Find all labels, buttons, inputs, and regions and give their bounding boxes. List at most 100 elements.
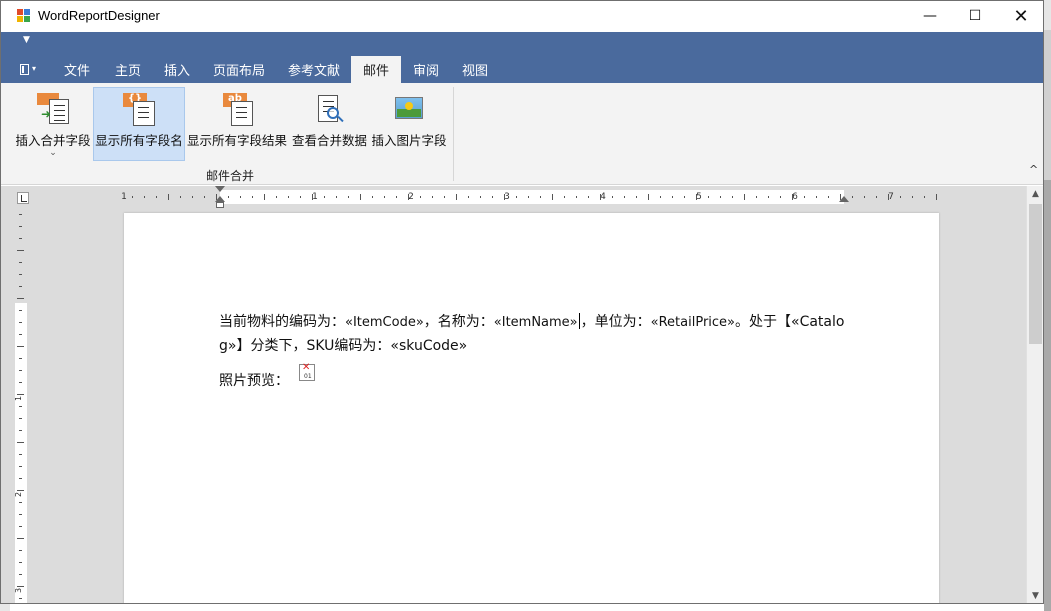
show-field-results-button[interactable]: ab 显示所有字段结果 bbox=[186, 87, 288, 161]
tab-page-layout[interactable]: 页面布局 bbox=[204, 56, 274, 83]
ruler-tick bbox=[19, 310, 22, 311]
merge-field-catalog-end[interactable]: g» bbox=[219, 338, 236, 354]
quick-access-dropdown-icon[interactable]: ▼ bbox=[23, 35, 30, 45]
preview-results-icon bbox=[313, 93, 345, 125]
document-page[interactable]: 当前物料的编码为：«ItemCode»，名称为：«ItemName» ，单位为：«… bbox=[124, 213, 939, 603]
ruler-tick bbox=[480, 196, 481, 198]
ruler-tick bbox=[600, 194, 601, 200]
ruler-tick bbox=[636, 196, 637, 198]
merge-field-itemcode[interactable]: «ItemCode» bbox=[345, 315, 424, 330]
ruler-tick bbox=[19, 286, 22, 287]
ruler-tick bbox=[360, 194, 361, 200]
ruler-tick bbox=[348, 196, 349, 198]
maximize-button[interactable]: ☐ bbox=[952, 1, 998, 31]
minimize-button[interactable]: — bbox=[907, 1, 953, 31]
right-indent-marker[interactable] bbox=[839, 196, 849, 202]
ruler-tick bbox=[17, 538, 24, 539]
ruler-tick bbox=[336, 196, 337, 198]
tab-insert[interactable]: 插入 bbox=[153, 56, 201, 83]
merge-field-skucode[interactable]: «skuCode» bbox=[390, 338, 467, 354]
ruler-tick bbox=[19, 562, 22, 563]
ruler-tick bbox=[17, 346, 24, 347]
ruler-tick bbox=[816, 196, 817, 198]
ruler-tick bbox=[888, 194, 889, 200]
ruler-tick bbox=[19, 322, 22, 323]
ruler-tick bbox=[744, 194, 745, 200]
editor-area: 1 1 2 3 4 5 6 7 1 2 3 当前物料的编码为：«ItemCode… bbox=[1, 186, 1043, 603]
view-merge-data-label: 查看合并数据 bbox=[292, 133, 368, 148]
ruler-tick bbox=[756, 196, 757, 198]
tab-references[interactable]: 参考文献 bbox=[279, 56, 349, 83]
application-menu-icon[interactable]: ▾ bbox=[20, 64, 38, 76]
ruler-tick bbox=[324, 196, 325, 198]
merge-field-retailprice[interactable]: «RetailPrice» bbox=[651, 315, 735, 330]
ruler-tick bbox=[300, 196, 301, 198]
close-button[interactable]: ✕ bbox=[998, 1, 1043, 31]
left-indent-marker[interactable] bbox=[216, 202, 224, 208]
ruler-tick bbox=[264, 194, 265, 200]
tab-view[interactable]: 视图 bbox=[451, 56, 499, 83]
ruler-tick bbox=[564, 196, 565, 198]
ruler-tick bbox=[180, 196, 181, 198]
ruler-tick bbox=[19, 454, 22, 455]
ruler-tick bbox=[384, 196, 385, 198]
ruler-tick bbox=[19, 334, 22, 335]
ruler-tick bbox=[696, 194, 697, 200]
ruler-tick bbox=[432, 196, 433, 198]
scroll-down-icon[interactable]: ▼ bbox=[1027, 588, 1043, 603]
ruler-tick bbox=[804, 196, 805, 198]
tab-mailings[interactable]: 邮件 bbox=[351, 56, 401, 83]
ruler-tick bbox=[19, 466, 22, 467]
ruler-tick bbox=[624, 196, 625, 198]
ruler-tick bbox=[19, 502, 22, 503]
ruler-tick bbox=[156, 196, 157, 198]
scroll-up-icon[interactable]: ▲ bbox=[1027, 186, 1043, 203]
ruler-tick bbox=[19, 598, 22, 599]
ruler-tick bbox=[372, 196, 373, 198]
tab-review[interactable]: 审阅 bbox=[402, 56, 450, 83]
scrollbar-thumb[interactable] bbox=[1029, 204, 1042, 344]
ruler-tick bbox=[132, 196, 133, 198]
background-block bbox=[1044, 0, 1051, 30]
ruler-tick bbox=[396, 196, 397, 198]
insert-merge-field-button[interactable]: ➜ 插入合并字段 ⌄ bbox=[14, 87, 92, 161]
image-field-placeholder[interactable]: ✕ 01 bbox=[299, 362, 315, 381]
vertical-scrollbar[interactable]: ▲ ▼ bbox=[1026, 186, 1043, 603]
ribbon-panel: ➜ 插入合并字段 ⌄ {} 显示所有字段名 ab 显示所有字段结果 查看合并数据… bbox=[1, 83, 1043, 185]
show-field-names-button[interactable]: {} 显示所有字段名 bbox=[93, 87, 185, 161]
view-merge-data-button[interactable]: 查看合并数据 bbox=[291, 87, 367, 161]
ruler-tick bbox=[19, 574, 22, 575]
text-run: 。处于【 bbox=[735, 314, 791, 330]
ruler-tick bbox=[19, 478, 22, 479]
first-line-indent-marker[interactable] bbox=[215, 186, 225, 192]
ruler-tick bbox=[19, 526, 22, 527]
ruler-tick bbox=[612, 196, 613, 198]
ruler-tick bbox=[192, 196, 193, 198]
merge-field-catalog[interactable]: «Catalo bbox=[791, 314, 844, 330]
horizontal-ruler[interactable]: 1 1 2 3 4 5 6 7 bbox=[121, 190, 939, 204]
ruler-tick bbox=[17, 490, 24, 491]
group-label-mail-merge: 邮件合并 bbox=[206, 169, 255, 183]
tab-file[interactable]: 文件 bbox=[53, 56, 101, 83]
text-run: 】分类下，SKU编码为： bbox=[236, 338, 391, 354]
insert-image-field-button[interactable]: 插入图片字段 bbox=[370, 87, 448, 161]
ruler-tick bbox=[504, 194, 505, 200]
title-bar[interactable]: WordReportDesigner — ☐ ✕ bbox=[1, 1, 1043, 32]
tab-home[interactable]: 主页 bbox=[104, 56, 152, 83]
field-codes-icon: {} bbox=[123, 93, 155, 126]
ruler-tick bbox=[912, 196, 913, 198]
insert-merge-field-label: 插入合并字段 bbox=[15, 133, 91, 148]
ruler-tick bbox=[660, 196, 661, 198]
chevron-down-icon: ⌄ bbox=[49, 148, 57, 158]
ruler-tick bbox=[420, 196, 421, 198]
app-icon bbox=[17, 9, 32, 23]
vertical-ruler[interactable]: 1 2 3 bbox=[14, 208, 27, 603]
merge-field-itemname[interactable]: «ItemName» bbox=[494, 315, 578, 330]
insert-image-field-label: 插入图片字段 bbox=[371, 133, 447, 148]
collapse-ribbon-icon[interactable]: ^ bbox=[1029, 163, 1038, 176]
ruler-number: 1 bbox=[121, 192, 127, 202]
ruler-tick bbox=[17, 586, 24, 587]
text-run: 当前物料的编码为： bbox=[219, 314, 345, 330]
tab-stop-selector[interactable] bbox=[17, 192, 29, 204]
ruler-tick bbox=[19, 214, 22, 215]
